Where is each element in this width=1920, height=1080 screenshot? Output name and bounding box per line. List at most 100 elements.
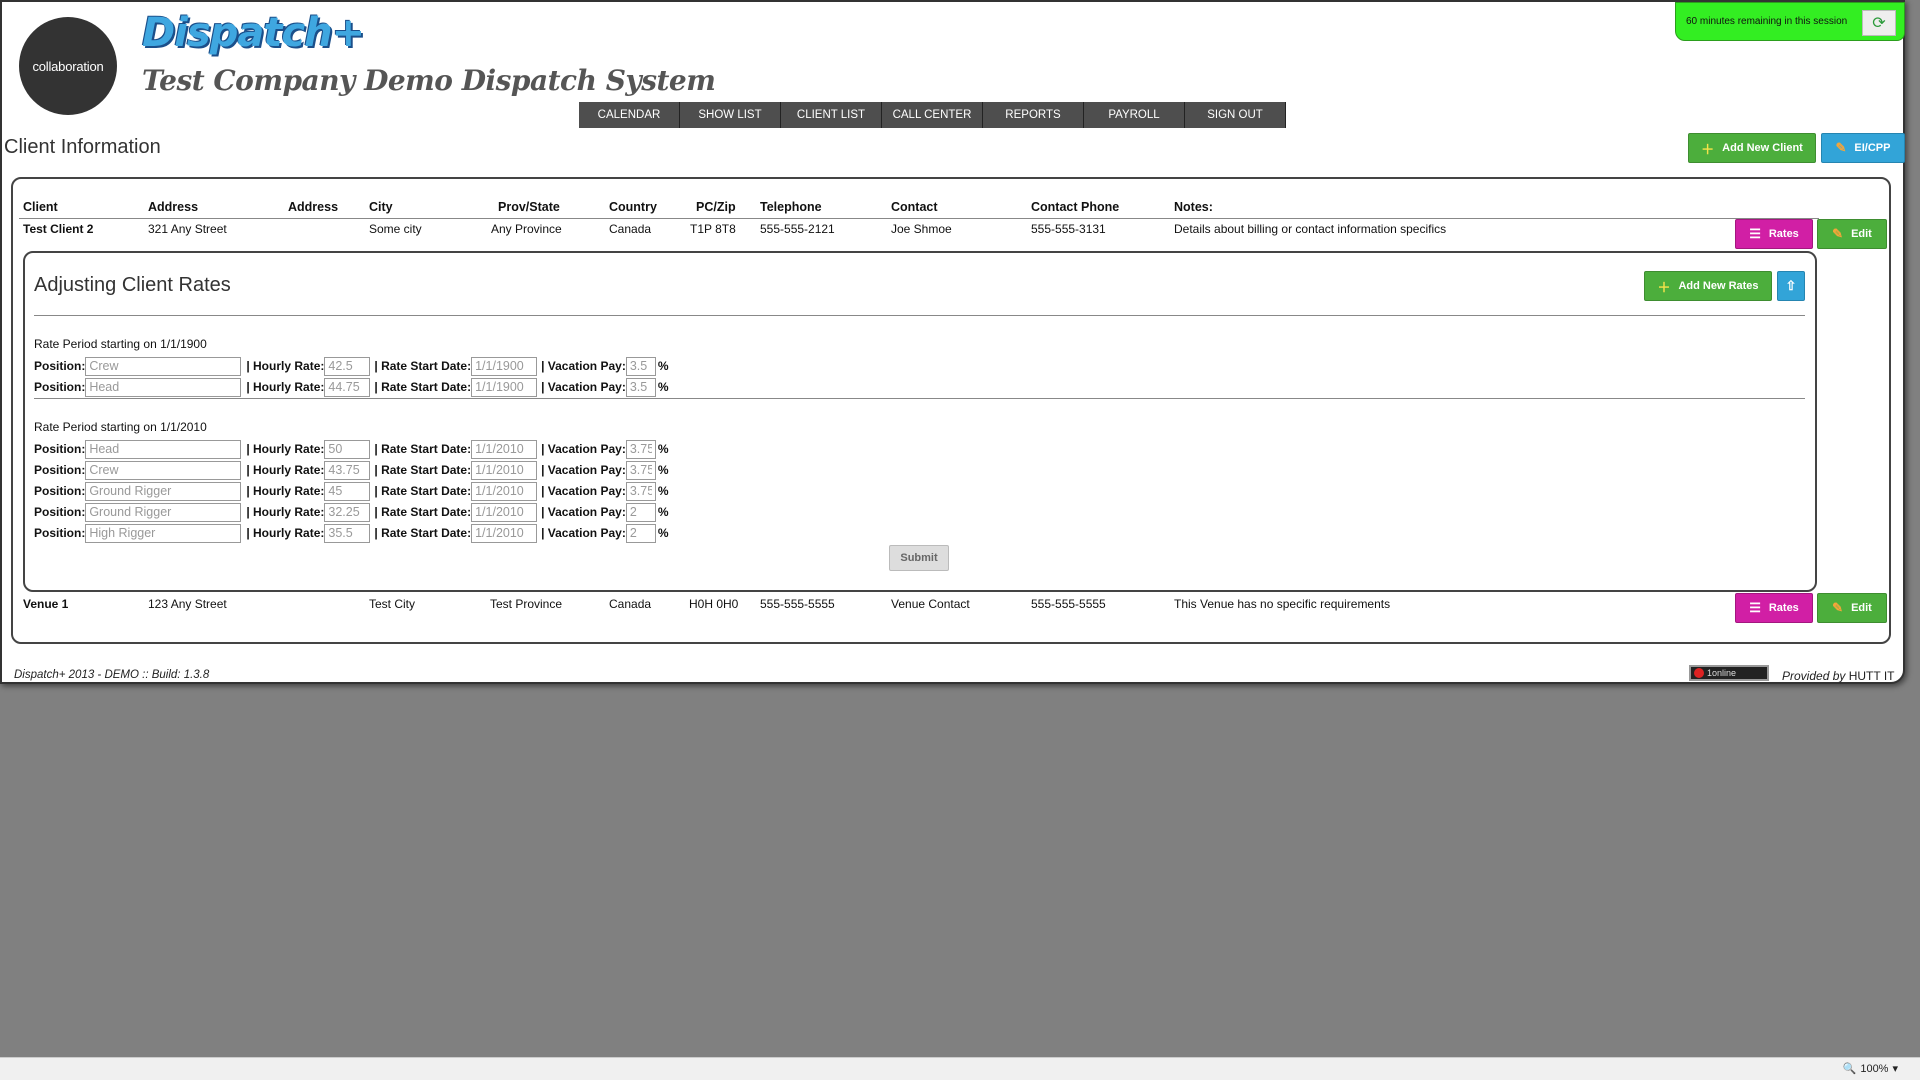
rate-start-date-input[interactable]	[471, 356, 538, 376]
hourly-rate-input[interactable]	[324, 439, 371, 459]
rate-start-date-label: | Rate Start Date:	[374, 359, 472, 373]
hourly-rate-input[interactable]	[324, 523, 371, 543]
vacation-pay-label: | Vacation Pay:	[541, 526, 626, 540]
cell-pc-zip: H0H 0H0	[689, 597, 739, 611]
add-new-client-button[interactable]: ＋ Add New Client	[1688, 133, 1816, 163]
rate-start-date-input[interactable]	[471, 523, 538, 543]
col-header-pc-zip: PC/Zip	[696, 200, 736, 214]
rate-start-date-label: | Rate Start Date:	[374, 484, 472, 498]
cell-telephone: 555-555-2121	[760, 222, 835, 236]
arrow-up-icon: ⇧	[1785, 278, 1797, 293]
hourly-rate-label: | Hourly Rate:	[246, 442, 325, 456]
nav-call-center[interactable]: CALL CENTER	[882, 102, 983, 128]
submit-button[interactable]: Submit	[889, 545, 949, 571]
logo-text: collaboration	[32, 58, 104, 74]
pencil-icon: ✎	[1832, 600, 1844, 615]
nav-reports[interactable]: REPORTS	[983, 102, 1084, 128]
footer-build-info: Dispatch+ 2013 - DEMO :: Build: 1.3.8	[14, 669, 210, 681]
position-input[interactable]	[85, 481, 242, 501]
nav-client-list[interactable]: CLIENT LIST	[781, 102, 882, 128]
col-header-telephone: Telephone	[760, 200, 822, 214]
edit-label: Edit	[1851, 602, 1872, 614]
rate-start-date-label: | Rate Start Date:	[374, 463, 472, 477]
refresh-icon: ⟳	[1872, 15, 1886, 32]
cell-notes: Details about billing or contact informa…	[1174, 222, 1447, 236]
vacation-pay-input[interactable]	[625, 439, 656, 459]
rss-icon: ☰	[1749, 600, 1761, 615]
vacation-pay-input[interactable]	[625, 377, 656, 397]
zoom-control[interactable]: 🔍 100% ▾	[1843, 1062, 1898, 1076]
ei-cpp-button[interactable]: ✎ EI/CPP	[1821, 133, 1905, 163]
rates-header-divider	[34, 315, 1805, 316]
provider-name[interactable]: HUTT IT	[1849, 669, 1895, 683]
vacation-pay-input[interactable]	[625, 356, 656, 376]
page-title: Client Information	[4, 136, 161, 158]
percent-label: %	[657, 526, 669, 540]
rates-button[interactable]: ☰ Rates	[1735, 593, 1813, 623]
rate-row: Position: | Hourly Rate: | Rate Start Date…	[34, 439, 669, 459]
rates-button[interactable]: ☰ Rates	[1735, 219, 1813, 249]
position-input[interactable]	[85, 377, 242, 397]
rate-row: Position: | Hourly Rate: | Rate Start Date…	[34, 481, 669, 501]
col-header-client: Client	[23, 200, 58, 214]
hourly-rate-input[interactable]	[324, 502, 371, 522]
cell-address: 123 Any Street	[148, 597, 227, 611]
col-header-address-2: Address	[288, 200, 339, 214]
position-input[interactable]	[85, 439, 242, 459]
add-new-client-label: Add New Client	[1722, 142, 1803, 154]
add-new-rates-button[interactable]: ＋ Add New Rates	[1644, 271, 1772, 301]
chevron-down-icon: ▾	[1892, 1063, 1898, 1075]
position-input[interactable]	[85, 460, 242, 480]
percent-label: %	[657, 380, 669, 394]
percent-label: %	[657, 484, 669, 498]
rates-label: Rates	[1768, 228, 1799, 240]
nav-calendar[interactable]: CALENDAR	[579, 102, 680, 128]
rate-start-date-input[interactable]	[471, 481, 538, 501]
page-container: collaboration Dispatch+ Test Company Dem…	[0, 0, 1905, 684]
rates-panel-title: Adjusting Client Rates	[34, 274, 231, 296]
nav-payroll[interactable]: PAYROLL	[1084, 102, 1185, 128]
cell-prov-state: Any Province	[491, 222, 562, 236]
hourly-rate-input[interactable]	[324, 356, 371, 376]
position-input[interactable]	[85, 502, 242, 522]
hourly-rate-input[interactable]	[324, 481, 371, 501]
rate-start-date-input[interactable]	[471, 460, 538, 480]
position-input[interactable]	[85, 356, 242, 376]
cell-notes: This Venue has no specific requirements	[1174, 597, 1391, 611]
collaboration-logo: collaboration	[19, 17, 117, 115]
rate-start-date-input[interactable]	[471, 377, 538, 397]
vacation-pay-input[interactable]	[625, 481, 656, 501]
vacation-pay-input[interactable]	[625, 523, 656, 543]
edit-button[interactable]: ✎ Edit	[1817, 219, 1887, 249]
main-nav: CALENDAR SHOW LIST CLIENT LIST CALL CENT…	[579, 102, 1286, 128]
plus-icon: ＋	[1701, 141, 1715, 157]
edit-button[interactable]: ✎ Edit	[1817, 593, 1887, 623]
vacation-pay-input[interactable]	[625, 460, 656, 480]
refresh-session-button[interactable]: ⟳	[1862, 10, 1896, 36]
vacation-pay-label: | Vacation Pay:	[541, 359, 626, 373]
cell-country: Canada	[609, 222, 652, 236]
rate-start-date-input[interactable]	[471, 439, 538, 459]
collapse-rates-button[interactable]: ⇧	[1777, 271, 1805, 301]
period-divider	[34, 398, 1805, 399]
submit-label: Submit	[900, 552, 938, 564]
position-label: Position:	[34, 463, 86, 477]
rate-start-date-input[interactable]	[471, 502, 538, 522]
hourly-rate-input[interactable]	[324, 377, 371, 397]
hourly-rate-label: | Hourly Rate:	[246, 463, 325, 477]
vacation-pay-label: | Vacation Pay:	[541, 505, 626, 519]
online-badge[interactable]: 1online	[1689, 665, 1769, 681]
cell-city: Some city	[369, 222, 422, 236]
position-input[interactable]	[85, 523, 242, 543]
hourly-rate-input[interactable]	[324, 460, 371, 480]
hourly-rate-label: | Hourly Rate:	[246, 380, 325, 394]
vacation-pay-label: | Vacation Pay:	[541, 484, 626, 498]
vacation-pay-input[interactable]	[625, 502, 656, 522]
ei-cpp-label: EI/CPP	[1854, 142, 1891, 154]
cell-pc-zip: T1P 8T8	[690, 222, 736, 236]
percent-label: %	[657, 505, 669, 519]
rate-row: Position: | Hourly Rate: | Rate Start Date…	[34, 377, 669, 397]
nav-show-list[interactable]: SHOW LIST	[680, 102, 781, 128]
nav-sign-out[interactable]: SIGN OUT	[1185, 102, 1286, 128]
cell-country: Canada	[609, 597, 652, 611]
